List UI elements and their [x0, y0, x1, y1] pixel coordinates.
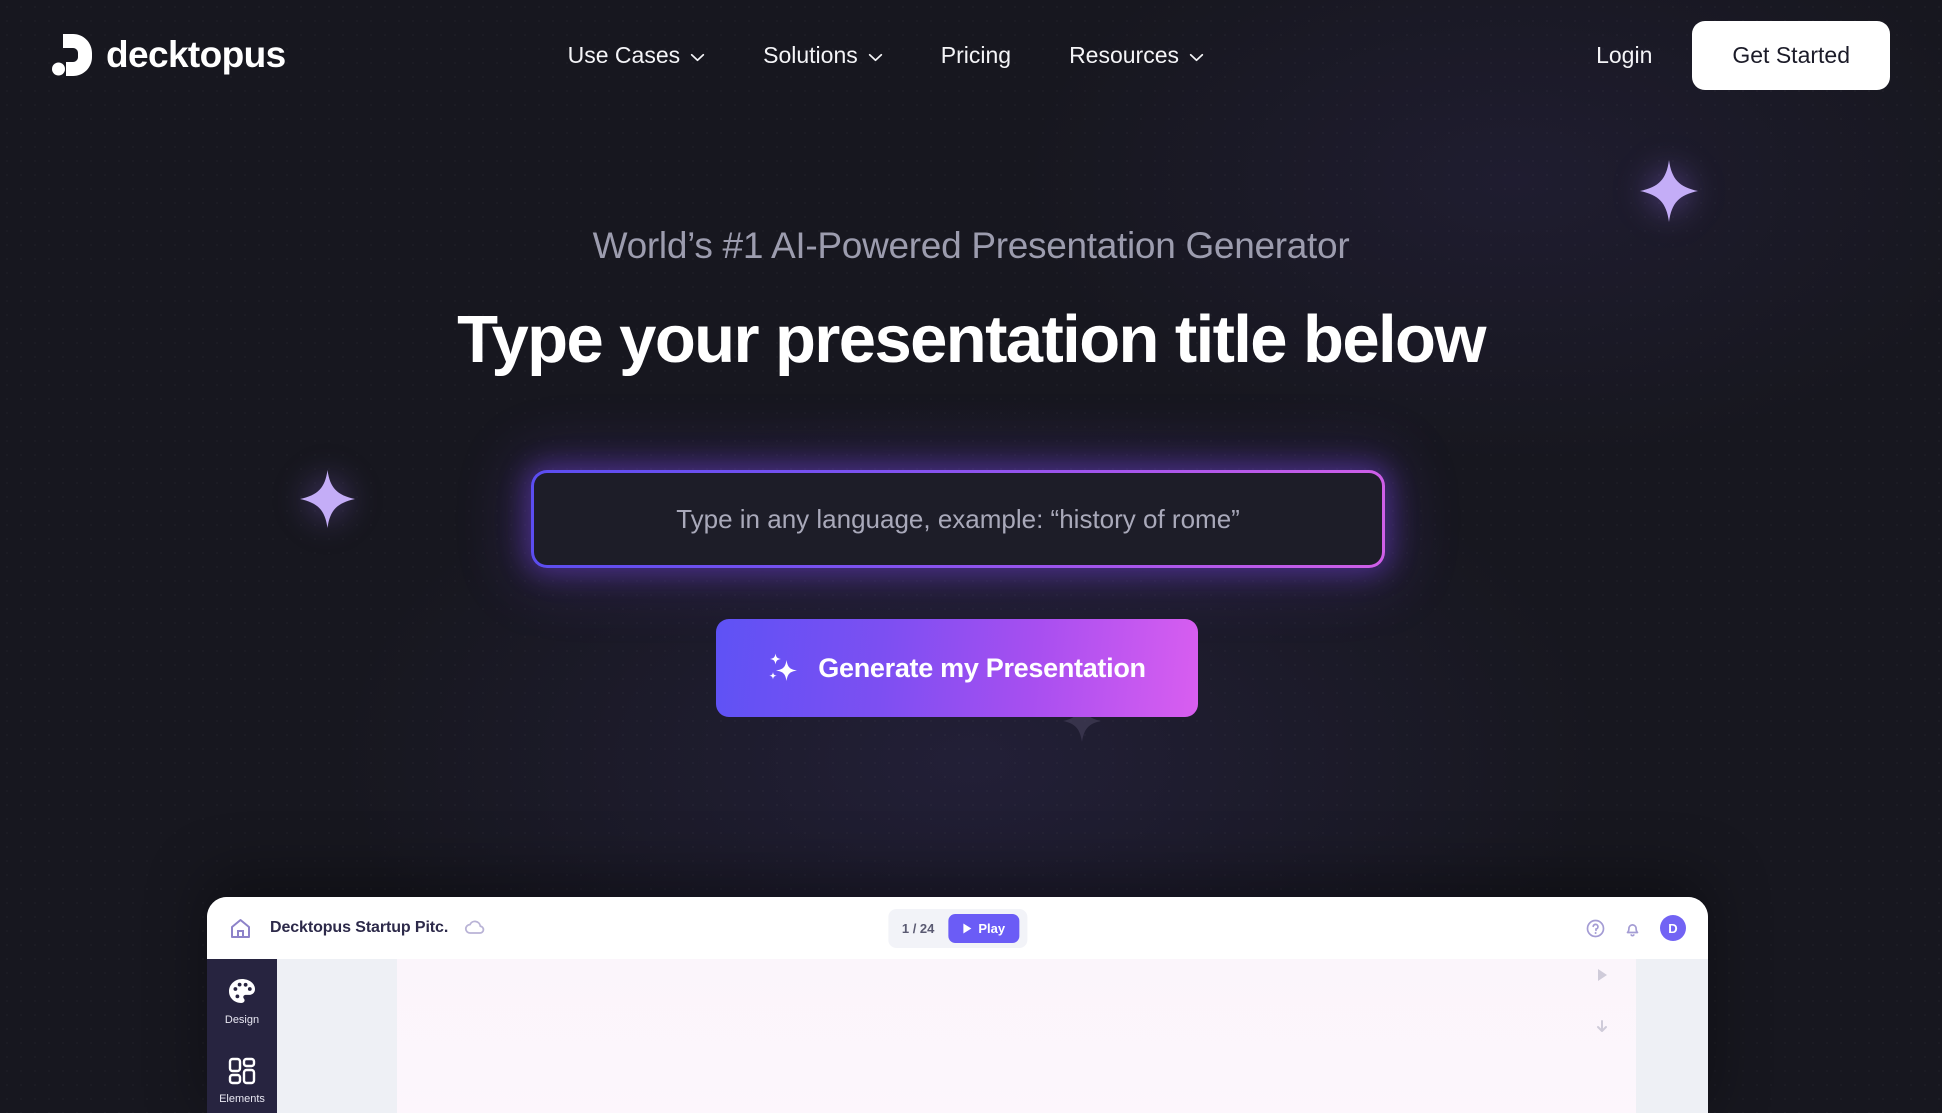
site-header: decktopus Use Cases Solutions Pricing Re…: [0, 0, 1942, 110]
mockup-topbar-actions: D: [1586, 915, 1686, 941]
cloud-save-icon: [464, 920, 486, 936]
avatar[interactable]: D: [1660, 915, 1686, 941]
slide-tools: [1594, 967, 1610, 1035]
sidebar-item-elements[interactable]: Elements: [219, 1056, 265, 1105]
nav-item-resources[interactable]: Resources: [1069, 42, 1204, 69]
presentation-title-input[interactable]: [534, 473, 1382, 565]
chevron-down-icon: [1189, 53, 1204, 62]
nav-item-use-cases[interactable]: Use Cases: [568, 42, 705, 69]
play-label: Play: [978, 920, 1006, 936]
landing-page: decktopus Use Cases Solutions Pricing Re…: [0, 0, 1942, 1113]
deck-title[interactable]: Decktopus Startup Pitc.: [270, 919, 448, 937]
slide-counter: 1 / 24: [901, 920, 935, 936]
chevron-down-icon: [690, 53, 705, 62]
home-icon[interactable]: [229, 917, 252, 940]
generate-presentation-label: Generate my Presentation: [818, 652, 1146, 683]
play-small-icon[interactable]: [1594, 967, 1610, 983]
nav-label: Pricing: [940, 41, 1012, 68]
presentation-title-input-wrapper: [531, 470, 1385, 568]
bell-icon[interactable]: [1623, 919, 1642, 938]
hero-eyebrow: World’s #1 AI-Powered Presentation Gener…: [592, 225, 1350, 266]
palette-icon: [227, 977, 257, 1007]
download-icon[interactable]: [1594, 1019, 1610, 1035]
get-started-button[interactable]: Get Started: [1692, 20, 1890, 90]
mockup-slide-controls: 1 / 24 Play: [887, 908, 1028, 948]
sparkle-star-icon-top-right: [1640, 160, 1698, 222]
slide-thumbnail-column[interactable]: [277, 959, 397, 1113]
sidebar-item-label: Elements: [219, 1093, 265, 1105]
nav-label: Solutions: [763, 41, 858, 68]
decktopus-d-mark-icon: [52, 34, 92, 76]
mockup-canvas-area: AI Presentation Assistant for: [277, 959, 1708, 1113]
slide-canvas[interactable]: AI Presentation Assistant for: [397, 959, 1636, 1113]
header-actions: Login Get Started: [1596, 20, 1890, 90]
sidebar-item-label: Design: [224, 1014, 260, 1026]
help-circle-icon[interactable]: [1586, 919, 1605, 938]
sparkle-star-icon-left: [300, 470, 355, 528]
mockup-sidebar: Design Elements: [207, 959, 277, 1113]
generate-presentation-button[interactable]: Generate my Presentation: [716, 619, 1198, 717]
play-button[interactable]: Play: [948, 913, 1020, 943]
chevron-down-icon: [868, 53, 883, 62]
page-title: Type your presentation title below: [457, 302, 1486, 377]
mockup-body: Design Elements: [207, 959, 1708, 1113]
brand-name: decktopus: [106, 34, 286, 75]
sparkles-icon: [768, 653, 798, 683]
nav-label: Use Cases: [567, 41, 681, 68]
sidebar-item-design[interactable]: Design: [225, 977, 259, 1026]
login-link[interactable]: Login: [1596, 42, 1652, 69]
play-icon: [962, 923, 972, 934]
app-preview-mockup: Decktopus Startup Pitc. 1 / 24 Play D De…: [207, 897, 1708, 1113]
primary-navigation: Use Cases Solutions Pricing Resources: [568, 42, 1204, 69]
brand-logo[interactable]: decktopus: [52, 34, 286, 76]
nav-label: Resources: [1069, 41, 1179, 68]
nav-item-pricing[interactable]: Pricing: [941, 42, 1011, 69]
mockup-topbar: Decktopus Startup Pitc. 1 / 24 Play D: [207, 897, 1708, 959]
nav-item-solutions[interactable]: Solutions: [763, 42, 883, 69]
hero-section: World’s #1 AI-Powered Presentation Gener…: [0, 225, 1942, 378]
grid-elements-icon: [227, 1056, 257, 1086]
